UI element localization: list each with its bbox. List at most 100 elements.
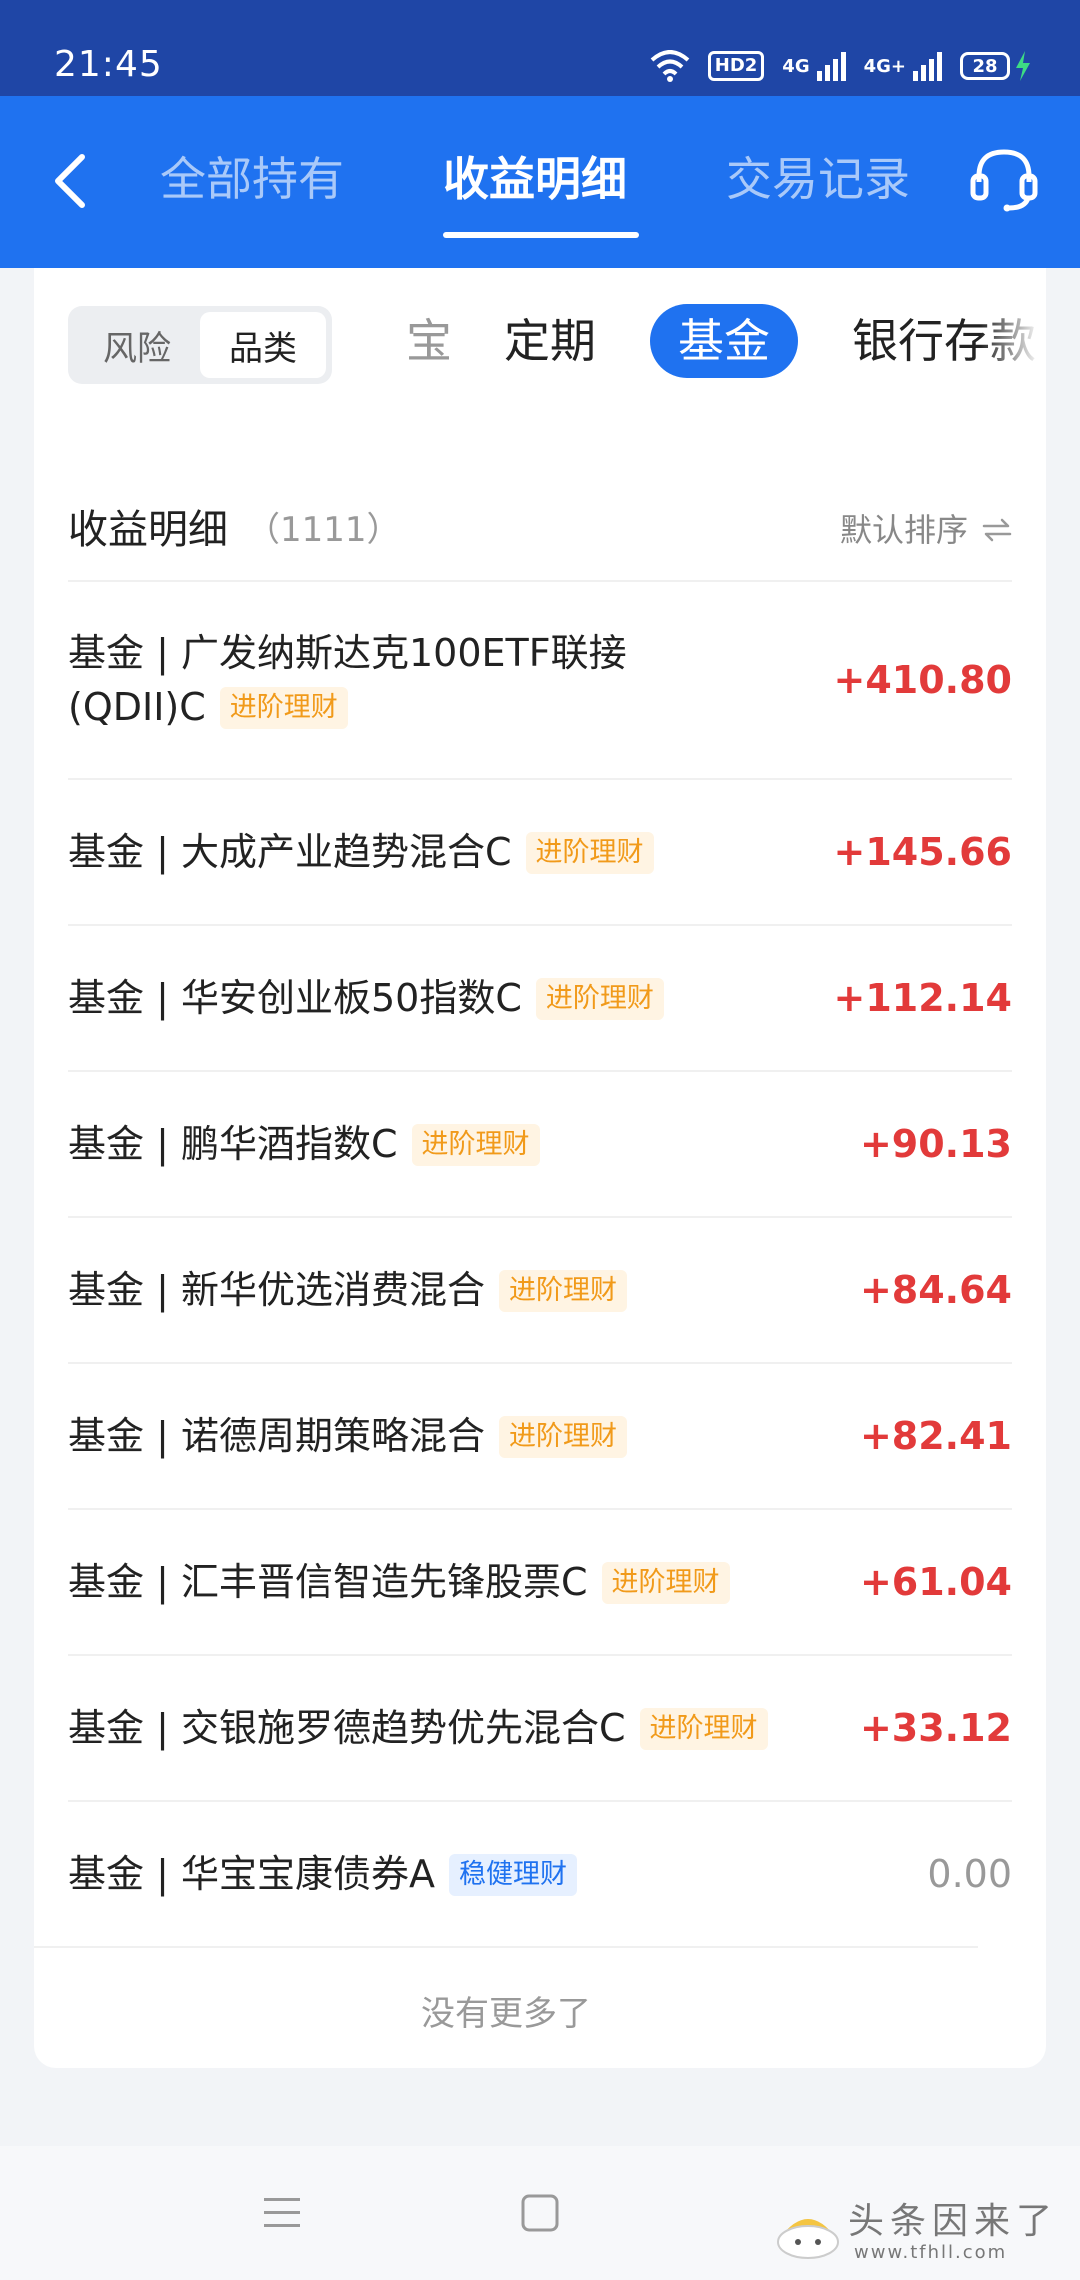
swap-icon (982, 518, 1012, 542)
signal-icon (816, 52, 846, 81)
scroll-fade (980, 298, 1040, 394)
fund-name-text: 基金 | 大成产业趋势混合C 进阶理财 (68, 825, 654, 879)
fund-name-wrap: 基金 | 交银施罗德趋势优先混合C 进阶理财 (68, 1656, 828, 1800)
fund-name-wrap: 基金 | 华宝宝康债券A 稳健理财 (68, 1802, 828, 1946)
fund-earnings: +112.14 (833, 976, 1012, 1020)
earnings-list: 基金 | 广发纳斯达克100ETF联接(QDII)C 进阶理财 +410.80 基… (68, 580, 1012, 1946)
fund-tag: 进阶理财 (535, 978, 664, 1020)
list-item[interactable]: 基金 | 汇丰晋信智造先锋股票C 进阶理财 +61.04 (68, 1508, 1012, 1654)
fund-tag: 进阶理财 (639, 1708, 768, 1750)
nav-menu-button[interactable] (222, 2146, 342, 2280)
fund-earnings: +61.04 (859, 1560, 1012, 1604)
watermark-text: 头条因来了 (848, 2201, 1059, 2242)
nav-home-button[interactable] (480, 2146, 600, 2280)
fund-name: 基金 | 大成产业趋势混合C (68, 830, 512, 874)
earnings-card: 风险 品类 宝 定期 基金 银行存款 收益明细 （1111） 默认排序 基金 |… (34, 268, 1046, 2068)
battery-indicator: 28 (960, 51, 1032, 81)
fund-tag: 进阶理财 (601, 1562, 730, 1604)
fund-name-text: 基金 | 鹏华酒指数C 进阶理财 (68, 1117, 540, 1171)
filter-row: 风险 品类 宝 定期 基金 银行存款 (34, 268, 1046, 398)
tab-transaction-records[interactable]: 交易记录 (726, 134, 910, 224)
fund-name: 基金 | 华宝宝康债券A (68, 1852, 435, 1896)
fund-tag: 进阶理财 (498, 1270, 627, 1312)
fund-name: 基金 | 汇丰晋信智造先锋股票C (68, 1560, 588, 1604)
filter-mode-switch: 风险 品类 (68, 306, 332, 384)
fund-name-text: 基金 | 华安创业板50指数C 进阶理财 (68, 971, 664, 1025)
fund-earnings: +33.12 (859, 1706, 1012, 1750)
battery-level: 28 (960, 52, 1010, 80)
tab-all-holdings[interactable]: 全部持有 (160, 134, 344, 224)
fund-name-wrap: 基金 | 汇丰晋信智造先锋股票C 进阶理财 (68, 1510, 828, 1654)
fund-name-text: 基金 | 华宝宝康债券A 稳健理财 (68, 1847, 577, 1901)
wifi-icon (650, 50, 690, 82)
list-item[interactable]: 基金 | 新华优选消费混合 进阶理财 +84.64 (68, 1216, 1012, 1362)
list-item[interactable]: 基金 | 华宝宝康债券A 稳健理财 0.00 (68, 1800, 1012, 1946)
fund-name-text: 基金 | 广发纳斯达克100ETF联接(QDII)C 进阶理财 (68, 626, 628, 734)
menu-icon (264, 2198, 300, 2227)
fund-name-text: 基金 | 新华优选消费混合 进阶理财 (68, 1263, 627, 1317)
watermark-logo-icon (777, 2219, 839, 2259)
fund-earnings: +90.13 (859, 1122, 1012, 1166)
category-fund[interactable]: 基金 (650, 304, 798, 378)
back-button[interactable] (40, 136, 100, 226)
sort-button[interactable]: 默认排序 (840, 488, 1012, 572)
category-bao[interactable]: 宝 (406, 304, 452, 378)
fund-name-wrap: 基金 | 诺德周期策略混合 进阶理财 (68, 1364, 828, 1508)
fund-name-text: 基金 | 交银施罗德趋势优先混合C 进阶理财 (68, 1701, 768, 1755)
status-bar: 21:45 HD2 4G 4G+ 28 (0, 0, 1080, 96)
list-item[interactable]: 基金 | 华安创业板50指数C 进阶理财 +112.14 (68, 924, 1012, 1070)
fund-name: 基金 | 华安创业板50指数C (68, 976, 522, 1020)
network-label-1: 4G (782, 55, 810, 77)
segment-risk[interactable]: 风险 (74, 312, 200, 378)
fund-earnings: +410.80 (833, 658, 1012, 702)
fund-tag: 进阶理财 (525, 832, 654, 874)
fund-name-wrap: 基金 | 新华优选消费混合 进阶理财 (68, 1218, 828, 1362)
signal-icon (913, 52, 942, 81)
fund-name-wrap: 基金 | 鹏华酒指数C 进阶理财 (68, 1072, 828, 1216)
fund-name-text: 基金 | 汇丰晋信智造先锋股票C 进阶理财 (68, 1555, 730, 1609)
fund-tag: 进阶理财 (219, 687, 348, 729)
fund-name-text: 基金 | 诺德周期策略混合 进阶理财 (68, 1409, 627, 1463)
customer-service-button[interactable] (964, 134, 1044, 224)
status-icons: HD2 4G 4G+ 28 (650, 46, 1032, 86)
hd-voice-badge: HD2 (707, 51, 765, 81)
top-header: 全部持有 收益明细 交易记录 (0, 96, 1080, 268)
list-item[interactable]: 基金 | 诺德周期策略混合 进阶理财 +82.41 (68, 1362, 1012, 1508)
fund-name: 基金 | 新华优选消费混合 (68, 1268, 485, 1312)
fund-name-wrap: 基金 | 大成产业趋势混合C 进阶理财 (68, 780, 828, 924)
tab-earnings-detail[interactable]: 收益明细 (443, 134, 627, 224)
network-label-2: 4G+ (863, 55, 906, 77)
list-item[interactable]: 基金 | 大成产业趋势混合C 进阶理财 +145.66 (68, 778, 1012, 924)
fund-name-wrap: 基金 | 华安创业板50指数C 进阶理财 (68, 926, 828, 1070)
list-item[interactable]: 基金 | 交银施罗德趋势优先混合C 进阶理财 +33.12 (68, 1654, 1012, 1800)
list-title: 收益明细 (68, 507, 228, 553)
fund-name: 基金 | 诺德周期策略混合 (68, 1414, 485, 1458)
fund-tag: 进阶理财 (411, 1124, 540, 1166)
watermark: 头条因来了 www.tfhll.com (770, 2186, 1070, 2276)
segment-category[interactable]: 品类 (200, 312, 326, 378)
fund-name: 基金 | 鹏华酒指数C (68, 1122, 398, 1166)
list-header: 收益明细 （1111） 默认排序 (68, 488, 1012, 572)
back-arrow-icon (55, 154, 85, 208)
watermark-url: www.tfhll.com (854, 2242, 1008, 2263)
fund-earnings: +145.66 (833, 830, 1012, 874)
fund-earnings: +82.41 (859, 1414, 1012, 1458)
list-item[interactable]: 基金 | 鹏华酒指数C 进阶理财 +90.13 (68, 1070, 1012, 1216)
list-item[interactable]: 基金 | 广发纳斯达克100ETF联接(QDII)C 进阶理财 +410.80 (68, 580, 1012, 778)
active-tab-indicator (443, 232, 639, 238)
list-count: （1111） (246, 510, 401, 550)
fund-tag: 稳健理财 (448, 1854, 577, 1896)
fund-earnings: 0.00 (927, 1852, 1012, 1896)
fund-tag: 进阶理财 (498, 1416, 627, 1458)
headset-icon (970, 149, 1038, 212)
category-fixed-term[interactable]: 定期 (504, 304, 596, 378)
end-of-list-text: 没有更多了 (34, 1946, 978, 2035)
category-scroller[interactable]: 宝 定期 基金 银行存款 (360, 298, 1040, 394)
fund-name-wrap: 基金 | 广发纳斯达克100ETF联接(QDII)C 进阶理财 (68, 582, 828, 778)
fund-name: 基金 | 交银施罗德趋势优先混合C (68, 1706, 626, 1750)
fund-earnings: +84.64 (859, 1268, 1012, 1312)
charging-icon (1016, 51, 1030, 81)
sort-label: 默认排序 (839, 511, 968, 549)
square-icon (521, 2194, 559, 2232)
status-time: 21:45 (54, 44, 163, 85)
